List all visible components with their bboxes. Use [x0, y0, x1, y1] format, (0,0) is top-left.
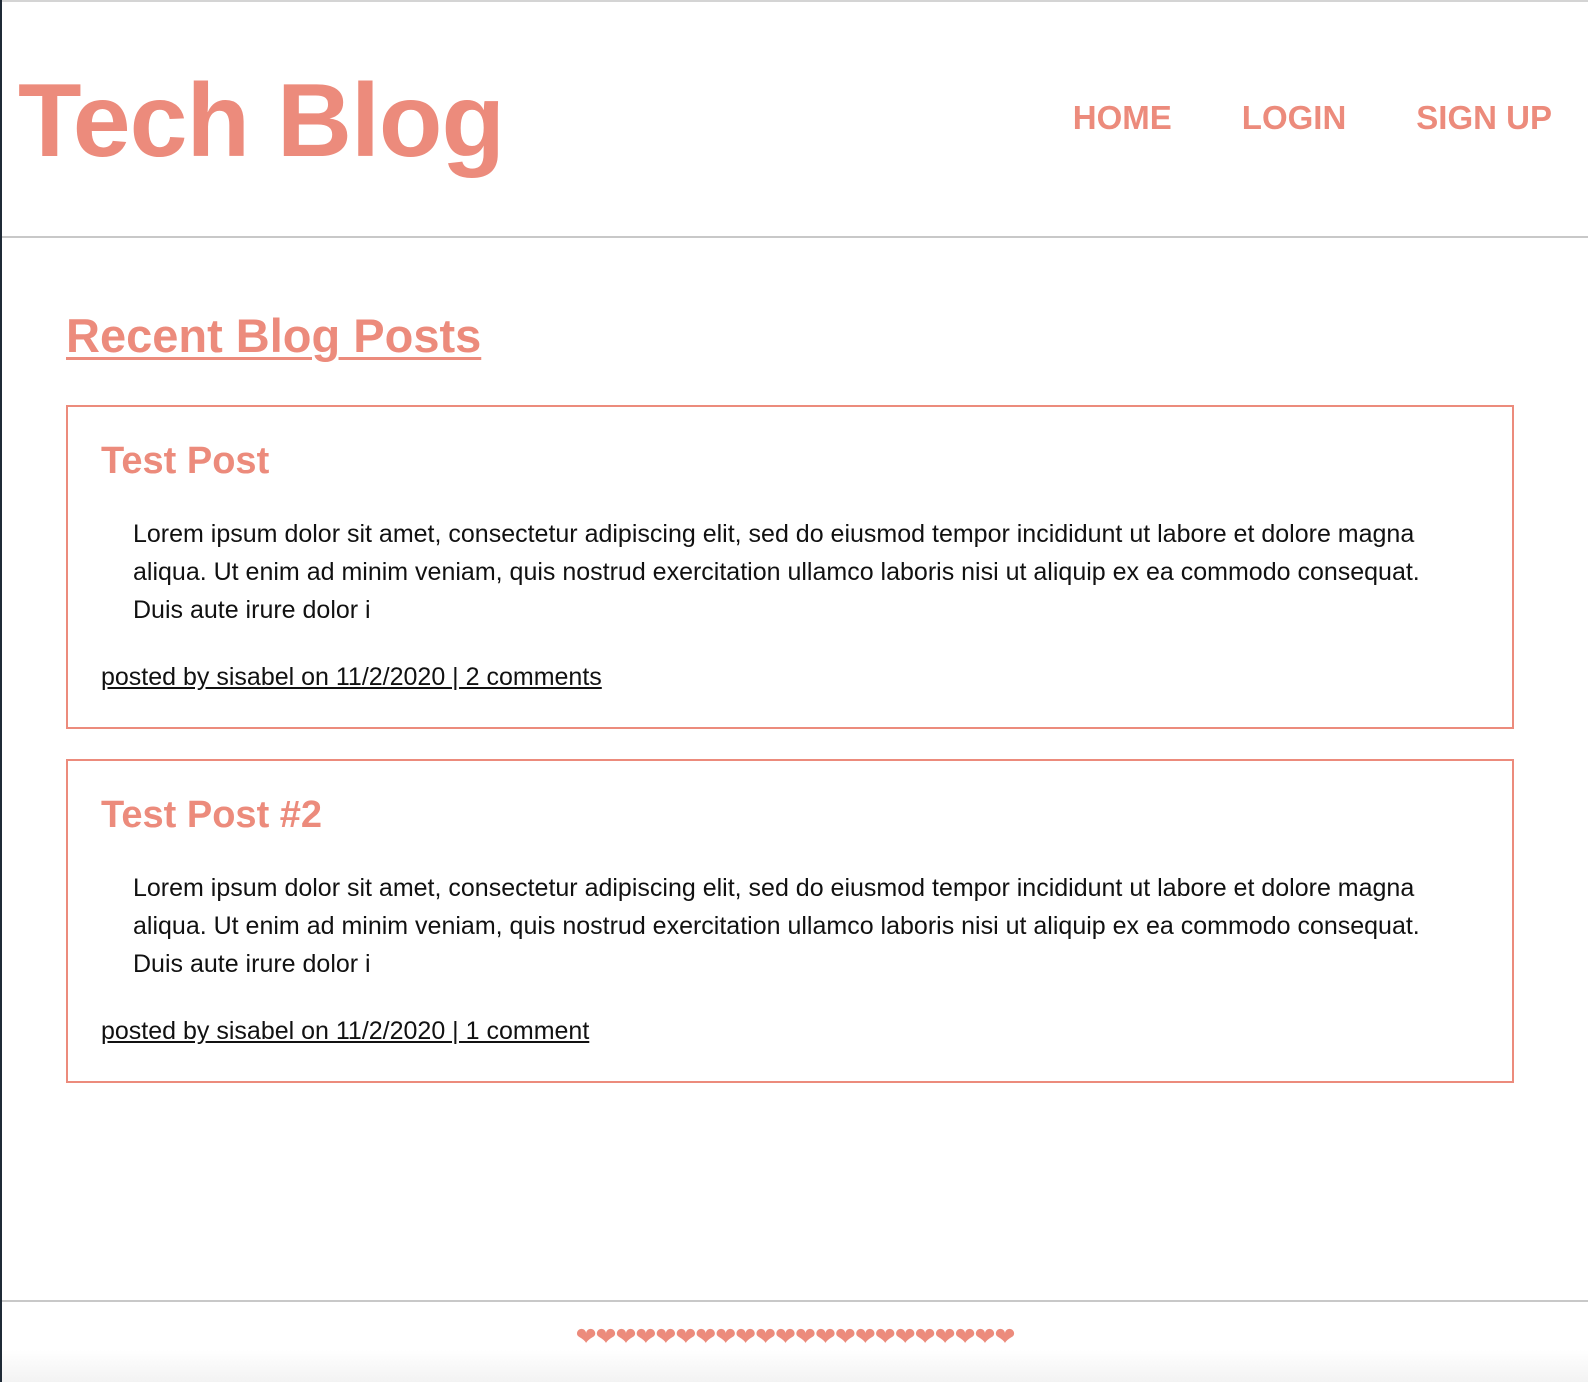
post-meta-link[interactable]: posted by sisabel on 11/2/2020 | 1 comme…: [101, 1015, 589, 1047]
footer-hearts: ❤❤❤❤❤❤❤❤❤❤❤❤❤❤❤❤❤❤❤❤❤❤: [575, 1322, 1016, 1351]
post-meta-link[interactable]: posted by sisabel on 11/2/2020 | 2 comme…: [101, 661, 602, 693]
nav-home-link[interactable]: HOME: [1073, 98, 1172, 138]
site-footer: ❤❤❤❤❤❤❤❤❤❤❤❤❤❤❤❤❤❤❤❤❤❤: [2, 1300, 1588, 1382]
post-list: Test Post Lorem ipsum dolor sit amet, co…: [66, 405, 1514, 1083]
site-title: Tech Blog: [18, 63, 505, 179]
nav-signup-link[interactable]: SIGN UP: [1416, 98, 1552, 138]
post-body: Lorem ipsum dolor sit amet, consectetur …: [133, 874, 1420, 978]
top-nav: HOME LOGIN SIGN UP: [1073, 98, 1552, 138]
post-title[interactable]: Test Post #2: [101, 791, 322, 839]
recent-posts-heading: Recent Blog Posts: [66, 309, 482, 362]
post-card[interactable]: Test Post #2 Lorem ipsum dolor sit amet,…: [66, 759, 1514, 1083]
page: Tech Blog HOME LOGIN SIGN UP Recent Blog…: [0, 0, 1588, 1382]
site-header: Tech Blog HOME LOGIN SIGN UP: [2, 2, 1588, 238]
post-title[interactable]: Test Post: [101, 437, 269, 485]
main-content: Recent Blog Posts Test Post Lorem ipsum …: [66, 300, 1514, 1113]
post-body: Lorem ipsum dolor sit amet, consectetur …: [133, 520, 1420, 624]
post-card[interactable]: Test Post Lorem ipsum dolor sit amet, co…: [66, 405, 1514, 729]
nav-login-link[interactable]: LOGIN: [1242, 98, 1347, 138]
